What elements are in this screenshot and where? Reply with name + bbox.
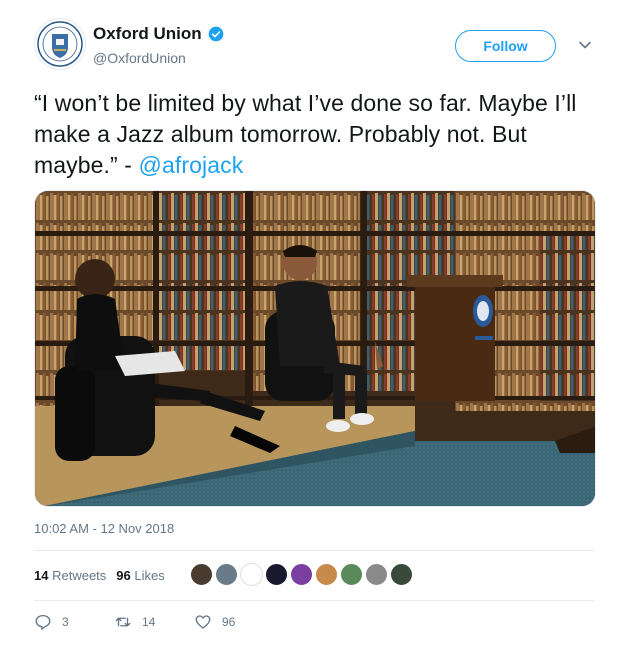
likes-stat[interactable]: 96 Likes xyxy=(116,568,164,583)
liker-avatar[interactable] xyxy=(265,563,288,586)
crest-icon xyxy=(37,21,83,67)
liker-avatar[interactable] xyxy=(315,563,338,586)
heart-icon xyxy=(195,615,211,629)
like-count: 96 xyxy=(222,615,236,629)
library-interview-image xyxy=(35,191,595,506)
like-button[interactable]: 96 xyxy=(194,613,274,631)
follow-button[interactable]: Follow xyxy=(455,30,556,62)
retweets-stat[interactable]: 14 Retweets xyxy=(34,568,106,583)
liker-avatar[interactable] xyxy=(240,563,263,586)
reply-button[interactable]: 3 xyxy=(34,613,114,631)
liker-avatars xyxy=(190,563,413,586)
chevron-down-icon[interactable] xyxy=(578,38,592,52)
handle[interactable]: @OxfordUnion xyxy=(93,50,186,66)
liker-avatar[interactable] xyxy=(290,563,313,586)
reply-count: 3 xyxy=(62,615,69,629)
display-name[interactable]: Oxford Union xyxy=(93,24,202,44)
liker-avatar[interactable] xyxy=(390,563,413,586)
liker-avatar[interactable] xyxy=(190,563,213,586)
divider xyxy=(34,600,594,601)
likes-count: 96 xyxy=(116,568,131,583)
retweet-count: 14 xyxy=(142,615,156,629)
timestamp[interactable]: 10:02 AM - 12 Nov 2018 xyxy=(34,521,174,536)
action-bar: 3 14 96 xyxy=(34,613,274,631)
divider xyxy=(34,550,594,551)
retweet-button[interactable]: 14 xyxy=(114,613,194,631)
tweet-stats: 14 Retweets 96 Likes xyxy=(34,568,165,583)
avatar[interactable] xyxy=(34,18,86,70)
liker-avatar[interactable] xyxy=(340,563,363,586)
likes-label: Likes xyxy=(134,568,165,583)
tweet-text: “I won’t be limited by what I’ve done so… xyxy=(34,88,604,181)
retweets-label: Retweets xyxy=(52,568,107,583)
tweet-photo[interactable] xyxy=(34,190,596,507)
tweet-body: “I won’t be limited by what I’ve done so… xyxy=(34,90,577,178)
reply-icon xyxy=(35,614,51,630)
liker-avatar[interactable] xyxy=(215,563,238,586)
retweets-count: 14 xyxy=(34,568,49,583)
retweet-icon xyxy=(115,617,131,627)
mention-link[interactable]: @afrojack xyxy=(139,152,244,178)
verified-badge-icon xyxy=(208,26,223,42)
liker-avatar[interactable] xyxy=(365,563,388,586)
